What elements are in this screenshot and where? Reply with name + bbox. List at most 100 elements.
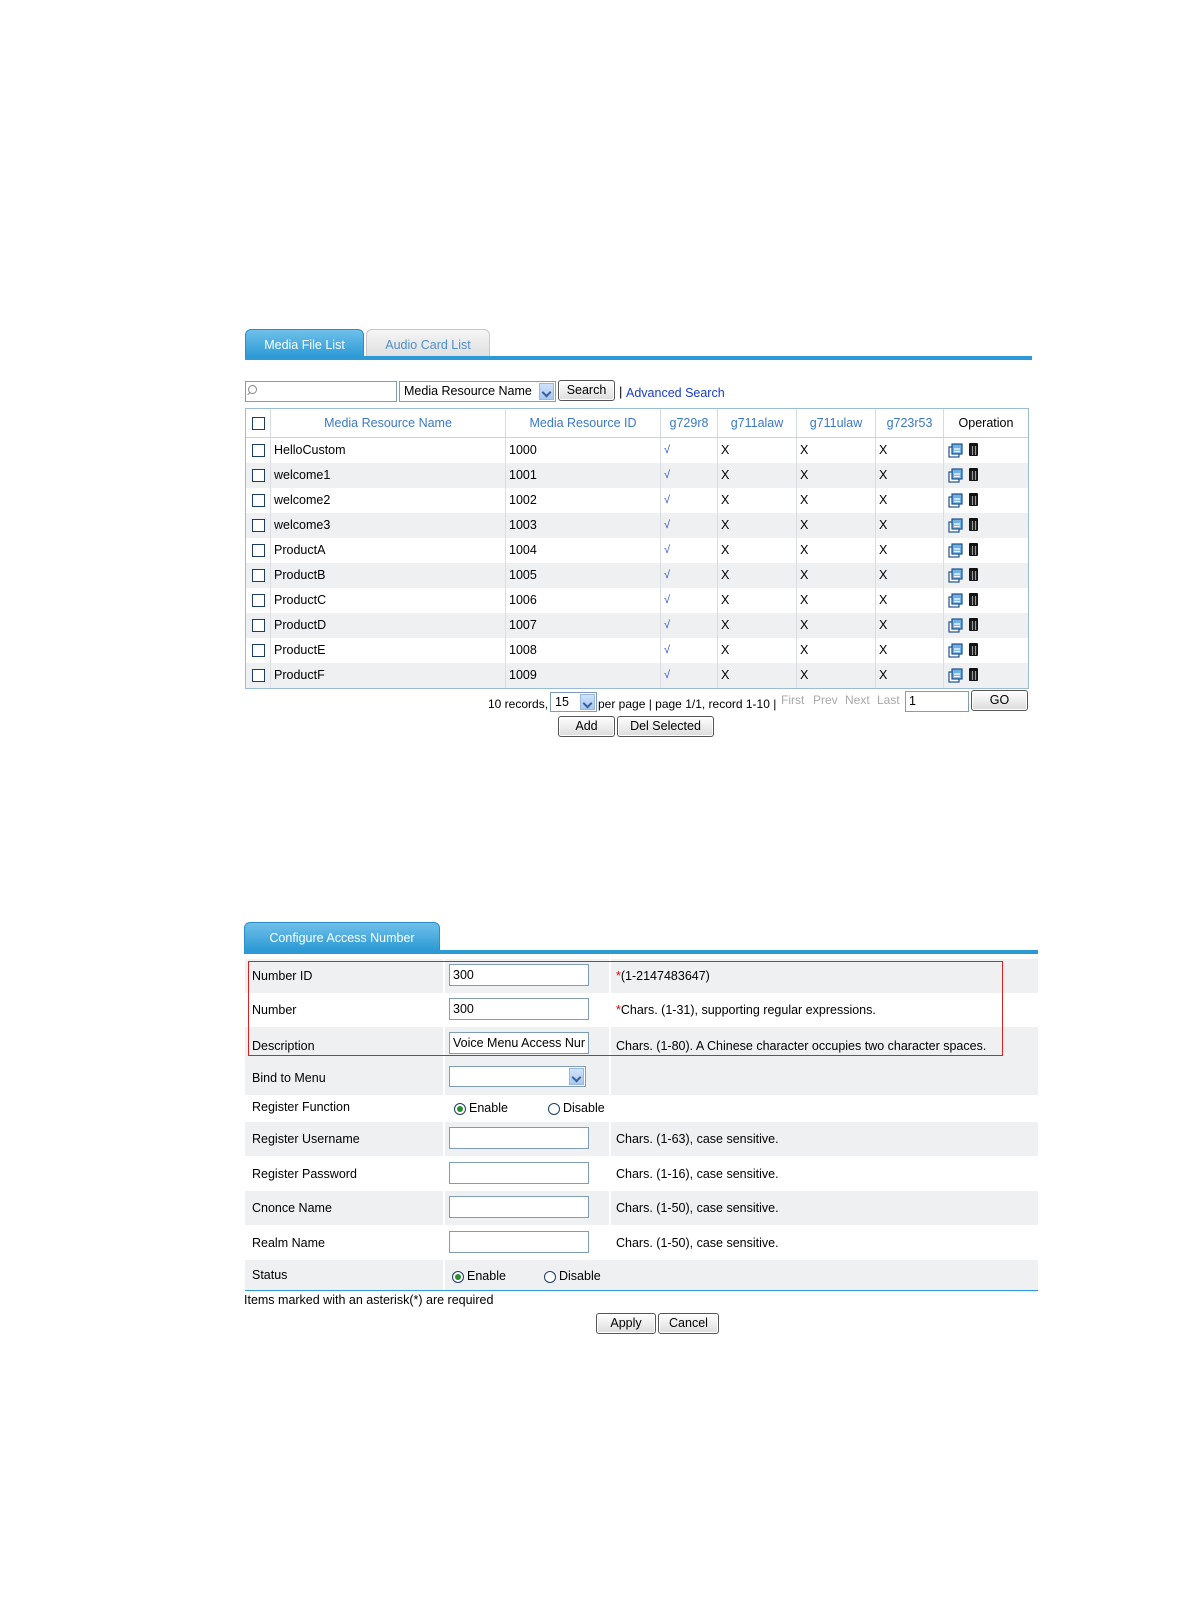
row-checkbox[interactable] (251, 544, 265, 558)
edit-icon[interactable] (948, 517, 963, 533)
operation-icons (948, 467, 978, 488)
add-button[interactable]: Add (558, 716, 615, 737)
col-g729r8[interactable]: g729r8 (661, 409, 718, 437)
cancel-button[interactable]: Cancel (658, 1313, 719, 1334)
media-resource-name-cell: ProductD (271, 613, 506, 638)
last-page-link[interactable]: Last (877, 693, 900, 707)
g711alaw-cell: X (718, 638, 797, 663)
tab-media-file-list[interactable]: Media File List (245, 329, 364, 359)
table-row: ProductB 1005 √ X X X (246, 563, 1028, 588)
media-resource-id-cell: 1000 (506, 438, 661, 463)
trash-icon[interactable] (969, 643, 978, 656)
table-row: ProductE 1008 √ X X X (246, 638, 1028, 663)
operation-cell (944, 488, 1028, 513)
radio-unselected-icon[interactable] (548, 1102, 560, 1115)
edit-icon[interactable] (948, 567, 963, 583)
g723r53-cell: X (876, 513, 944, 538)
search-field-select[interactable]: Media Resource Name (399, 381, 556, 402)
divider (443, 1061, 445, 1095)
register-function-disable-option[interactable]: Disable (548, 1091, 605, 1125)
trash-icon[interactable] (969, 543, 978, 556)
bind-to-menu-select[interactable] (449, 1066, 586, 1087)
chevron-down-icon (569, 1068, 584, 1085)
edit-icon[interactable] (948, 542, 963, 558)
row-select-cell (246, 438, 271, 463)
trash-icon[interactable] (969, 568, 978, 581)
trash-icon[interactable] (969, 618, 978, 631)
register-username-input[interactable] (449, 1127, 589, 1149)
status-enable-option[interactable]: Enable (452, 1260, 506, 1293)
radio-selected-icon[interactable] (452, 1270, 464, 1283)
register-function-enable-option[interactable]: Enable (454, 1091, 508, 1125)
col-g711alaw[interactable]: g711alaw (718, 409, 797, 437)
media-resource-name-cell: welcome1 (271, 463, 506, 488)
per-page-select[interactable]: 15 (550, 692, 597, 712)
go-button[interactable]: GO (971, 690, 1028, 711)
col-media-resource-id[interactable]: Media Resource ID (506, 409, 661, 437)
operation-cell (944, 613, 1028, 638)
row-checkbox[interactable] (251, 594, 265, 608)
radio-selected-icon[interactable] (454, 1102, 466, 1115)
trash-icon[interactable] (969, 593, 978, 606)
table-row: ProductD 1007 √ X X X (246, 613, 1028, 638)
trash-icon[interactable] (969, 493, 978, 506)
col-operation: Operation (958, 416, 1014, 430)
next-page-link[interactable]: Next (845, 693, 870, 707)
edit-icon[interactable] (948, 642, 963, 658)
col-media-resource-name[interactable]: Media Resource Name (271, 409, 506, 437)
form-row-realm-name: Realm Name Chars. (1-50), case sensitive… (245, 1226, 1038, 1260)
row-checkbox[interactable] (251, 569, 265, 583)
row-checkbox[interactable] (251, 469, 265, 483)
trash-icon[interactable] (969, 468, 978, 481)
g723r53-cell: X (876, 538, 944, 563)
radio-unselected-icon[interactable] (544, 1270, 556, 1283)
prev-page-link[interactable]: Prev (813, 693, 838, 707)
divider (609, 1122, 611, 1156)
operation-icons (948, 442, 978, 463)
cnonce-name-input[interactable] (449, 1196, 589, 1218)
operation-icons (948, 567, 978, 588)
row-checkbox[interactable] (251, 494, 265, 508)
apply-button[interactable]: Apply (596, 1313, 656, 1334)
realm-name-input[interactable] (449, 1231, 589, 1253)
row-checkbox[interactable] (251, 619, 265, 633)
edit-icon[interactable] (948, 442, 963, 458)
g711alaw-cell: X (718, 563, 797, 588)
row-checkbox[interactable] (251, 669, 265, 683)
operation-icons (948, 517, 978, 538)
edit-icon[interactable] (948, 592, 963, 608)
select-all-checkbox[interactable] (251, 417, 265, 431)
search-button[interactable]: Search (558, 380, 615, 401)
divider (443, 1191, 445, 1225)
page-number-input[interactable]: 1 (905, 691, 969, 712)
edit-icon[interactable] (948, 492, 963, 508)
advanced-search-link[interactable]: Advanced Search (626, 386, 725, 400)
g711alaw-cell: X (718, 463, 797, 488)
search-field-value: Media Resource Name (404, 384, 532, 398)
status-disable-option[interactable]: Disable (544, 1260, 601, 1293)
col-g711ulaw[interactable]: g711ulaw (797, 409, 876, 437)
tab-audio-card-list[interactable]: Audio Card List (366, 329, 490, 359)
edit-icon[interactable] (948, 667, 963, 683)
tab-configure-access-number[interactable]: Configure Access Number (244, 922, 440, 952)
row-select-cell (246, 488, 271, 513)
register-password-input[interactable] (449, 1162, 589, 1184)
media-resource-id-cell: 1004 (506, 538, 661, 563)
status-disable-label: Disable (559, 1269, 601, 1283)
operation-cell (944, 538, 1028, 563)
first-page-link[interactable]: First (781, 693, 804, 707)
operation-cell (944, 513, 1028, 538)
trash-icon[interactable] (969, 668, 978, 681)
search-input[interactable] (245, 381, 397, 402)
edit-icon[interactable] (948, 467, 963, 483)
trash-icon[interactable] (969, 518, 978, 531)
row-checkbox[interactable] (251, 519, 265, 533)
media-resource-id-cell: 1001 (506, 463, 661, 488)
col-g723r53[interactable]: g723r53 (876, 409, 944, 437)
row-checkbox[interactable] (251, 444, 265, 458)
form-bottom-line (245, 1290, 1038, 1291)
del-selected-button[interactable]: Del Selected (617, 716, 714, 737)
edit-icon[interactable] (948, 617, 963, 633)
row-checkbox[interactable] (251, 644, 265, 658)
trash-icon[interactable] (969, 443, 978, 456)
